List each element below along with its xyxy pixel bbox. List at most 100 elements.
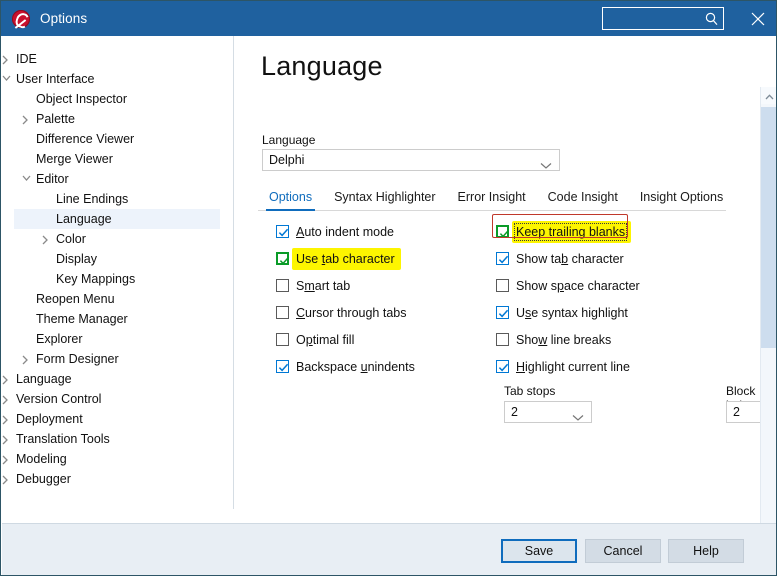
scrollbar-thumb[interactable] [761, 107, 776, 348]
language-select-value: Delphi [269, 153, 305, 167]
sidebar-item-deployment[interactable]: Deployment [2, 409, 232, 429]
sidebar-item-reopen-menu[interactable]: Reopen Menu [2, 289, 232, 309]
chevron-right-icon[interactable] [2, 449, 14, 469]
option-keep-trailing-blanks[interactable]: Keep trailing blanks [496, 218, 721, 245]
chevron-down-icon [540, 156, 552, 176]
sidebar-item-palette[interactable]: Palette [2, 109, 232, 129]
checkbox-unchecked-icon[interactable] [276, 333, 289, 346]
sidebar-item-label: Reopen Menu [36, 292, 115, 306]
option-show-space-character[interactable]: Show space character [496, 272, 721, 299]
option-label-wrap: Optimal fill [296, 333, 354, 347]
sidebar-item-form-designer[interactable]: Form Designer [2, 349, 232, 369]
sidebar-item-debugger[interactable]: Debugger [2, 469, 232, 489]
save-button[interactable]: Save [501, 539, 577, 563]
sidebar-item-language[interactable]: Language [2, 369, 232, 389]
sidebar-item-object-inspector[interactable]: Object Inspector [2, 89, 232, 109]
sidebar-item-explorer[interactable]: Explorer [2, 329, 232, 349]
close-icon [751, 12, 765, 26]
sidebar-item-version-control[interactable]: Version Control [2, 389, 232, 409]
checkbox-unchecked-icon[interactable] [276, 306, 289, 319]
checkbox-checked-icon[interactable] [496, 360, 509, 373]
option-use-tab-character[interactable]: Use tab character [276, 245, 491, 272]
option-use-syntax-highlight[interactable]: Use syntax highlight [496, 299, 721, 326]
sidebar-item-label: Display [56, 252, 97, 266]
option-show-line-breaks[interactable]: Show line breaks [496, 326, 721, 353]
tab-options[interactable]: Options [258, 185, 323, 211]
chevron-right-icon[interactable] [2, 409, 14, 429]
sidebar-item-label: Language [56, 212, 112, 226]
chevron-right-icon[interactable] [2, 389, 14, 409]
option-highlight-current-line[interactable]: Highlight current line [496, 353, 721, 380]
search-box[interactable] [602, 7, 724, 30]
sidebar-item-label: Merge Viewer [36, 152, 113, 166]
checkbox-checked-icon[interactable] [276, 252, 290, 265]
checkbox-checked-icon[interactable] [276, 360, 289, 373]
sidebar-item-label: Color [56, 232, 86, 246]
option-label: Optimal fill [296, 332, 355, 347]
scrollbar-track[interactable] [761, 104, 776, 523]
option-optimal-fill[interactable]: Optimal fill [276, 326, 491, 353]
chevron-right-icon[interactable] [18, 349, 34, 369]
sidebar-item-modeling[interactable]: Modeling [2, 449, 232, 469]
checkbox-unchecked-icon[interactable] [496, 279, 509, 292]
chevron-right-icon[interactable] [2, 369, 14, 389]
sidebar-item-difference-viewer[interactable]: Difference Viewer [2, 129, 232, 149]
checkbox-checked-icon[interactable] [496, 306, 509, 319]
tab-bar[interactable]: Options Syntax Highlighter Error Insight Co… [258, 184, 726, 211]
checkbox-checked-icon[interactable] [276, 225, 289, 238]
option-auto-indent-mode[interactable]: Auto indent mode [276, 218, 491, 245]
sidebar-item-label: Version Control [16, 392, 102, 406]
settings-tree[interactable]: IDE User Interface Object Inspector Palette… [2, 49, 232, 509]
options-dialog: Options IDE User Interface Object Inspec… [0, 0, 777, 576]
help-button[interactable]: Help [668, 539, 744, 563]
option-label: Show tab character [516, 251, 624, 266]
sidebar-item-editor[interactable]: Editor [2, 169, 232, 189]
option-label: Auto indent mode [296, 224, 394, 239]
chevron-down-icon[interactable] [18, 169, 34, 189]
tab-insight-options[interactable]: Insight Options [629, 185, 734, 210]
close-button[interactable] [738, 1, 776, 36]
checkbox-unchecked-icon[interactable] [276, 279, 289, 292]
scroll-up-button[interactable] [761, 87, 776, 104]
chevron-right-icon[interactable] [2, 49, 14, 69]
tab-stops-select[interactable]: 2 [504, 401, 592, 423]
option-label-wrap: Use syntax highlight [516, 306, 628, 320]
search-input[interactable] [607, 9, 703, 28]
chevron-right-icon[interactable] [2, 429, 14, 449]
tab-error-insight[interactable]: Error Insight [447, 185, 537, 210]
option-label-wrap: Show space character [516, 279, 640, 293]
checkbox-checked-icon[interactable] [496, 225, 510, 238]
sidebar-item-display[interactable]: Display [2, 249, 232, 269]
sidebar-item-theme-manager[interactable]: Theme Manager [2, 309, 232, 329]
tab-label: Error Insight [457, 190, 526, 204]
tab-code-insight[interactable]: Code Insight [537, 185, 629, 210]
checkbox-unchecked-icon[interactable] [496, 333, 509, 346]
sidebar-item-key-mappings[interactable]: Key Mappings [2, 269, 232, 289]
embarcadero-logo-icon [12, 9, 30, 28]
vertical-scrollbar[interactable] [760, 87, 776, 540]
checkbox-checked-icon[interactable] [496, 252, 509, 265]
sidebar-item-ide[interactable]: IDE [2, 49, 232, 69]
sidebar-item-line-endings[interactable]: Line Endings [2, 189, 232, 209]
option-show-tab-character[interactable]: Show tab character [496, 245, 721, 272]
option-cursor-through-tabs[interactable]: Cursor through tabs [276, 299, 491, 326]
chevron-right-icon[interactable] [2, 469, 14, 489]
option-label: Keep trailing blanks [513, 222, 628, 241]
sidebar-item-merge-viewer[interactable]: Merge Viewer [2, 149, 232, 169]
sidebar-item-language[interactable]: Language [14, 209, 220, 229]
option-label-wrap: Use tab character [292, 247, 401, 270]
option-smart-tab[interactable]: Smart tab [276, 272, 491, 299]
option-label: Use syntax highlight [516, 305, 628, 320]
cancel-button[interactable]: Cancel [585, 539, 661, 563]
sidebar-item-translation-tools[interactable]: Translation Tools [2, 429, 232, 449]
options-column-left: Auto indent mode Use tab character Smart t… [276, 218, 491, 380]
chevron-right-icon[interactable] [18, 109, 34, 129]
chevron-right-icon[interactable] [38, 229, 54, 249]
language-select[interactable]: Delphi [262, 149, 560, 171]
sidebar-item-color[interactable]: Color [2, 229, 232, 249]
tab-syntax-highlighter[interactable]: Syntax Highlighter [323, 185, 446, 210]
option-label-wrap: Keep trailing blanks [512, 220, 632, 243]
option-backspace-unindents[interactable]: Backspace unindents [276, 353, 491, 380]
sidebar-item-user-interface[interactable]: User Interface [2, 69, 232, 89]
chevron-down-icon[interactable] [2, 69, 14, 89]
